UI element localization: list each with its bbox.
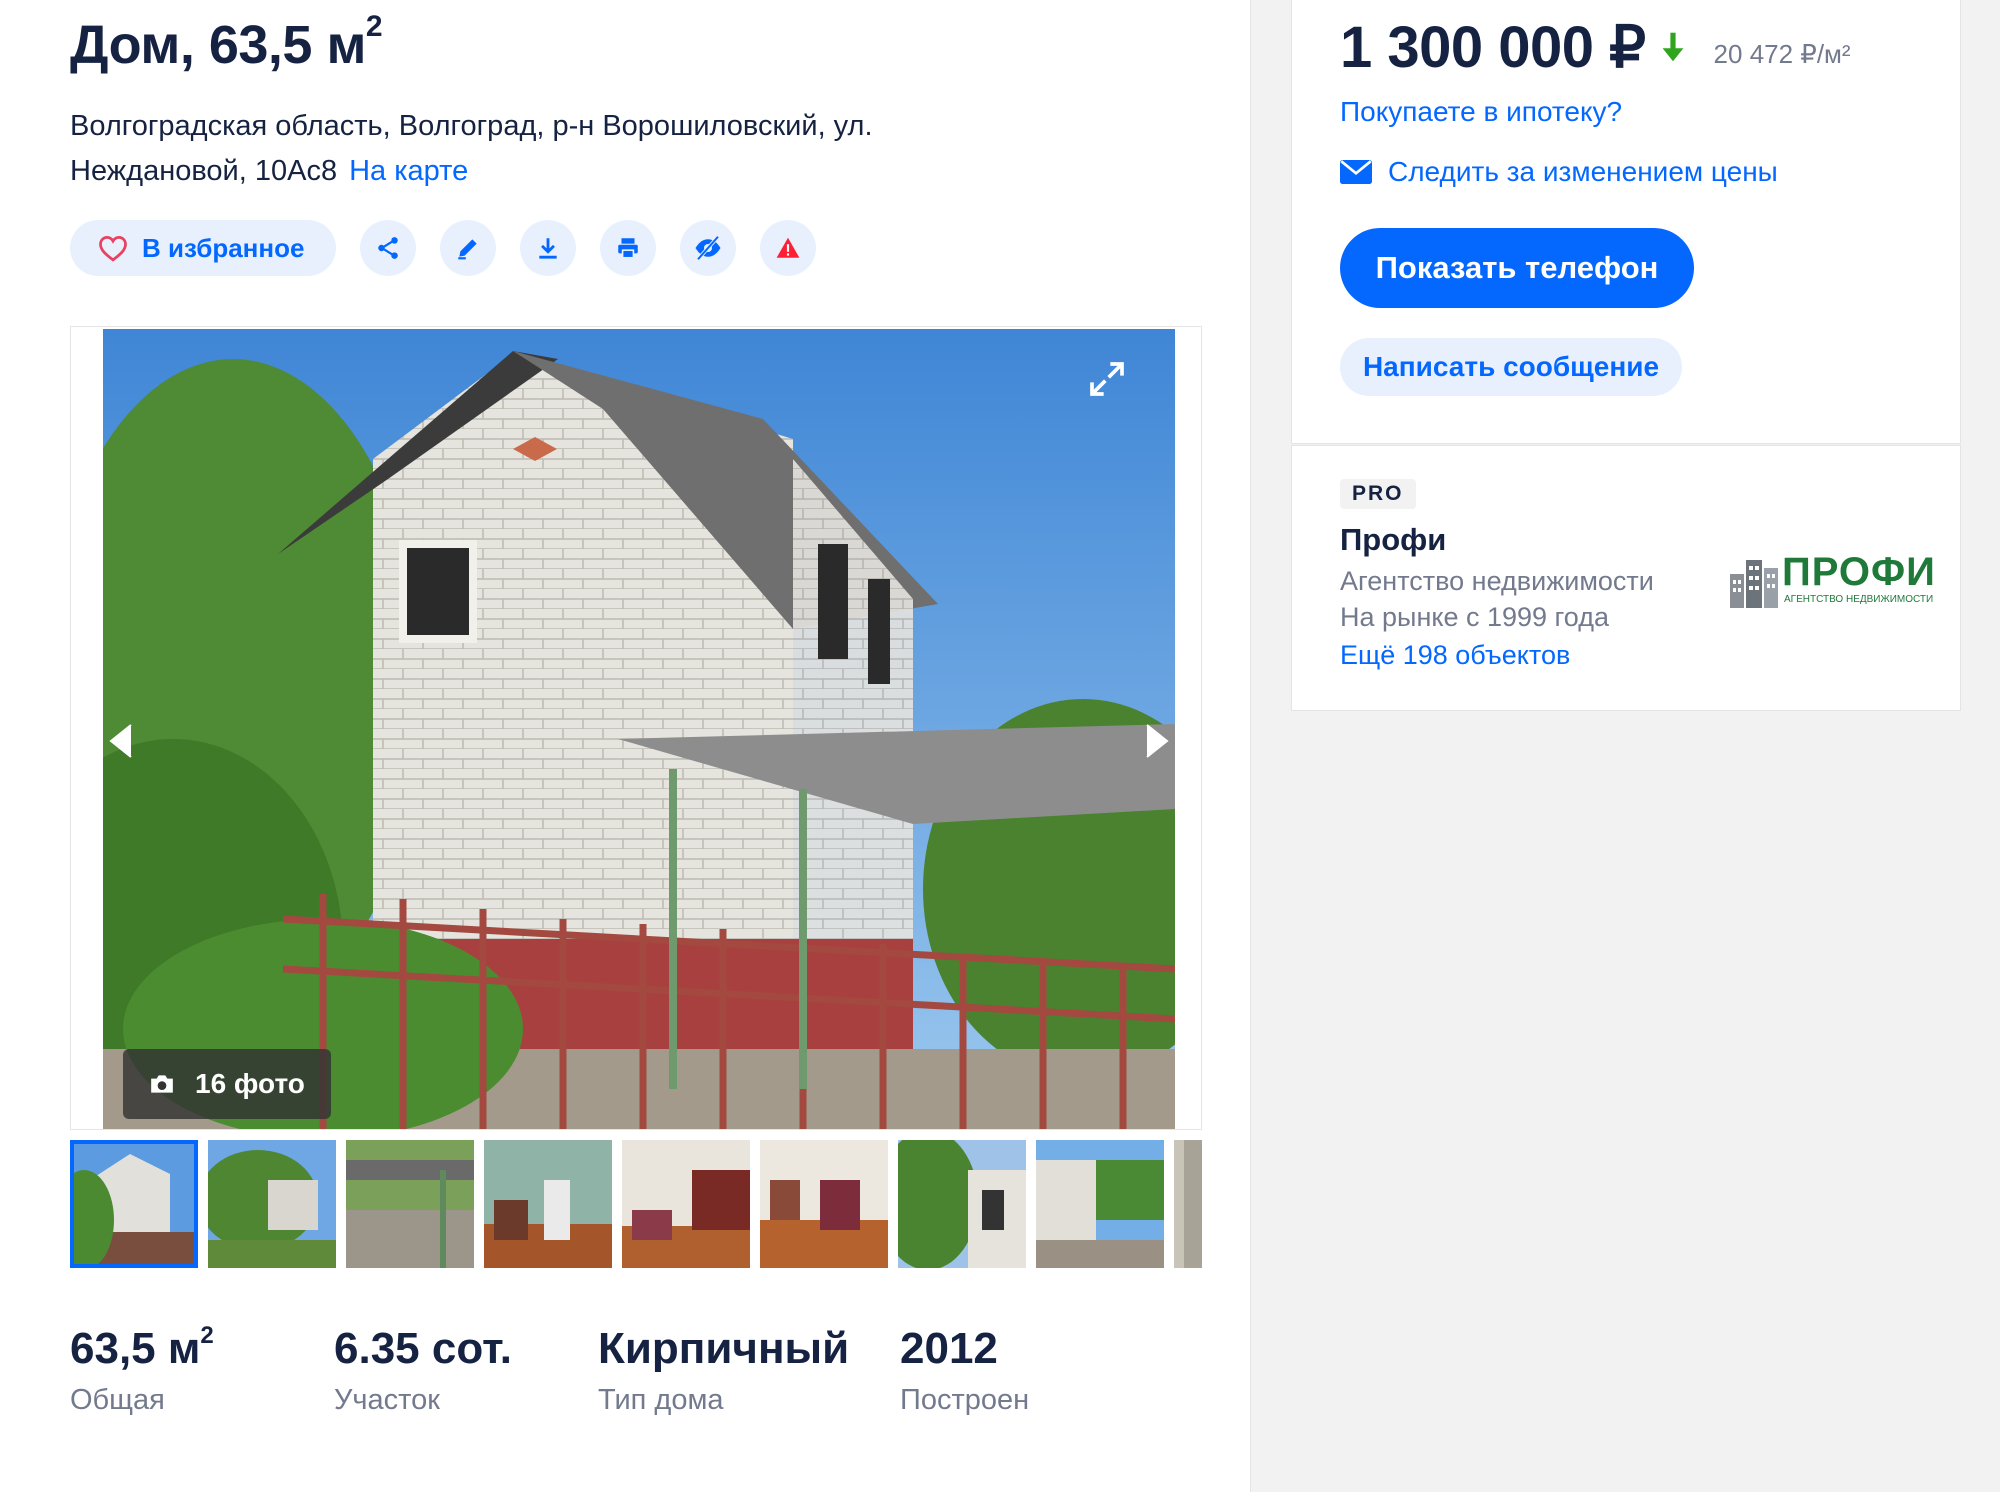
- show-phone-button[interactable]: Показать телефон: [1340, 228, 1694, 308]
- price: 1 300 000 ₽: [1340, 15, 1646, 80]
- logo-subtitle: АГЕНТСТВО НЕДВИЖИМОСТИ: [1784, 594, 1934, 605]
- fact-built-year: 2012 Построен: [900, 1324, 1030, 1416]
- hide-listing-button[interactable]: [680, 220, 737, 276]
- price-row: 1 300 000 ₽ 20 472 ₽/м²: [1340, 12, 1851, 82]
- download-icon: [539, 238, 558, 259]
- thumbnail[interactable]: [1036, 1140, 1164, 1268]
- page-title: Дом, 63,5 м2: [70, 10, 383, 75]
- write-message-button[interactable]: Написать сообщение: [1340, 338, 1682, 396]
- photo-gallery: 16 фото: [70, 326, 1202, 1130]
- edit-icon: [458, 239, 478, 260]
- share-button[interactable]: [360, 220, 417, 276]
- price-card: 1 300 000 ₽ 20 472 ₽/м² Покупаете в ипот…: [1291, 0, 1961, 444]
- photo-count-badge[interactable]: 16 фото: [123, 1049, 331, 1119]
- fact-plot: 6.35 сот. Участок: [334, 1324, 513, 1416]
- main-photo[interactable]: 16 фото: [103, 329, 1175, 1129]
- report-button[interactable]: [760, 220, 817, 276]
- building-logo-icon: [1730, 560, 1778, 608]
- thumbnail[interactable]: [898, 1140, 1026, 1268]
- print-button[interactable]: [600, 220, 657, 276]
- next-photo-arrow[interactable]: [1143, 721, 1173, 761]
- agent-logo[interactable]: ПРОФИ АГЕНТСТВО НЕДВИЖИМОСТИ: [1728, 550, 1935, 612]
- thumbnail[interactable]: [484, 1140, 612, 1268]
- agent-since: На рынке с 1999 года: [1340, 602, 1609, 632]
- pro-badge: PRO: [1340, 479, 1416, 509]
- thumbnail[interactable]: [346, 1140, 474, 1268]
- listing-address: Волгоградская область, Волгоград, р-н Во…: [70, 104, 1030, 194]
- thumbnail[interactable]: [208, 1140, 336, 1268]
- agent-type: Агентство недвижимости: [1340, 566, 1654, 596]
- fact-total-area: 63,5 м2 Общая: [70, 1322, 214, 1416]
- camera-icon: [151, 1075, 173, 1093]
- agent-more-listings-link[interactable]: Ещё 198 объектов: [1340, 640, 1570, 671]
- thumbnail[interactable]: [1174, 1140, 1202, 1268]
- watch-price-link[interactable]: Следить за изменением цены: [1340, 156, 1778, 188]
- download-button[interactable]: [520, 220, 577, 276]
- photo-count: 16 фото: [195, 1068, 305, 1099]
- key-facts: 63,5 м2 Общая 6.35 сот. Участок Кирпичны…: [70, 1322, 1210, 1444]
- action-bar: В избранное: [70, 220, 840, 276]
- thumbnail[interactable]: [760, 1140, 888, 1268]
- watch-price-label: Следить за изменением цены: [1388, 156, 1778, 187]
- address-text: Волгоградская область, Волгоград, р-н Во…: [70, 110, 873, 187]
- logo-text: ПРОФИ: [1782, 550, 1936, 594]
- agent-name[interactable]: Профи: [1340, 522, 1446, 558]
- price-per-sqm: 20 472 ₽/м²: [1713, 38, 1851, 69]
- envelope-icon: [1340, 160, 1372, 184]
- agent-card: PRO Профи Агентство недвижимости На рынк…: [1291, 445, 1961, 711]
- add-to-favorites-button[interactable]: В избранное: [70, 220, 337, 276]
- previous-photo-arrow[interactable]: [105, 721, 135, 761]
- complaint-icon: [777, 237, 800, 258]
- thumbnail-strip: [70, 1140, 1202, 1270]
- thumbnail[interactable]: [622, 1140, 750, 1268]
- show-on-map-link[interactable]: На карте: [349, 155, 468, 187]
- price-down-arrow-icon: [1662, 32, 1683, 62]
- print-icon: [618, 238, 639, 259]
- fact-house-type: Кирпичный Тип дома: [598, 1324, 850, 1416]
- mortgage-link[interactable]: Покупаете в ипотеку?: [1340, 96, 1622, 128]
- thumbnail[interactable]: [70, 1140, 198, 1268]
- favorite-label: В избранное: [142, 232, 305, 263]
- share-icon: [378, 237, 399, 259]
- hide-icon: [695, 235, 721, 261]
- edit-note-button[interactable]: [440, 220, 497, 276]
- expand-icon[interactable]: [1087, 359, 1127, 399]
- heart-icon: [99, 235, 127, 262]
